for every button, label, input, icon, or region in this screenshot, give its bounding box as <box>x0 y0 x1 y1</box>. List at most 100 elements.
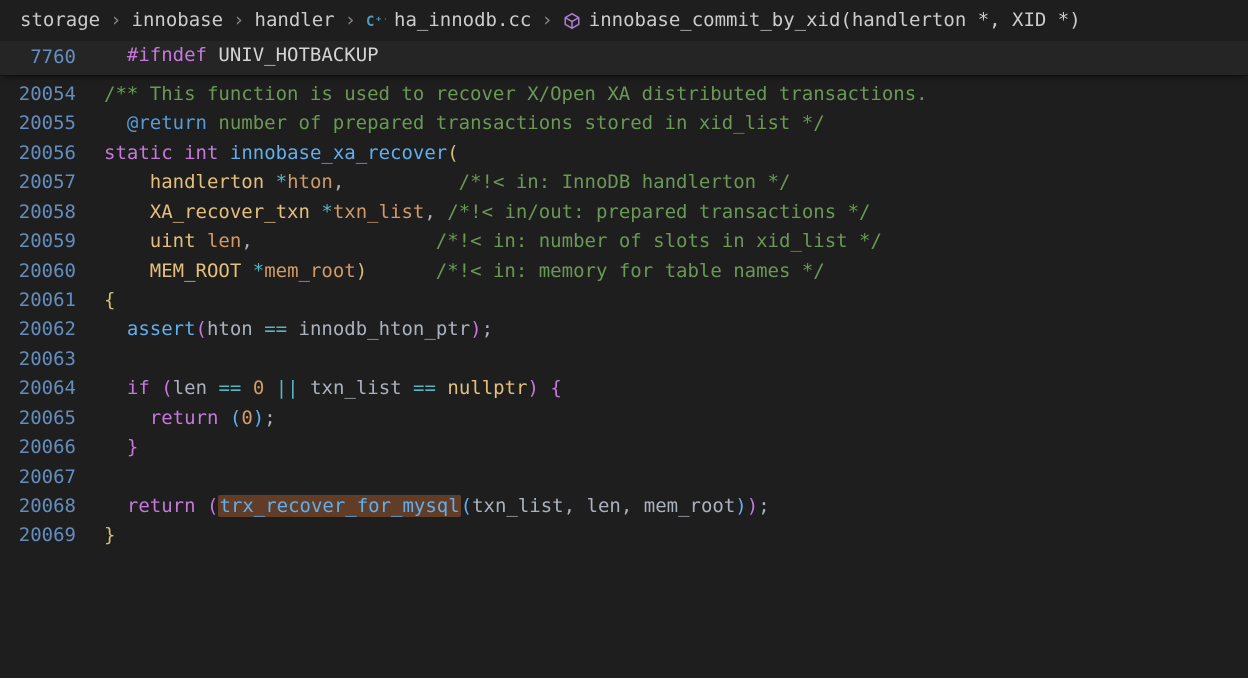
line-number: 20066 <box>0 433 104 462</box>
breadcrumb-seg-symbol[interactable]: innobase_commit_by_xid(handlerton *, XID… <box>589 6 1081 35</box>
code-line[interactable]: 20056 static int innobase_xa_recover( <box>0 139 1248 168</box>
keyword-nullptr: nullptr <box>447 377 527 399</box>
chevron-right-icon: › <box>233 6 244 35</box>
comma: , <box>241 230 252 252</box>
breadcrumb-seg-innobase[interactable]: innobase <box>132 6 224 35</box>
code-line[interactable]: 20067 <box>0 463 1248 492</box>
code-line[interactable]: 20068 return (trx_recover_for_mysql(txn_… <box>0 492 1248 521</box>
line-number: 20063 <box>0 345 104 374</box>
doc-tag: @return <box>115 112 207 134</box>
breadcrumb-seg-storage[interactable]: storage <box>20 6 100 35</box>
code-text: /** This function is used to recover X/O… <box>104 80 1248 109</box>
code-text <box>104 345 1248 374</box>
keyword-static: static <box>104 142 173 164</box>
line-number: 20055 <box>0 109 104 138</box>
padding <box>367 260 436 282</box>
param-comment: /*!< in: InnoDB handlerton */ <box>459 171 791 193</box>
paren-open: ( <box>207 495 218 517</box>
code-text: } <box>104 521 1248 550</box>
paren-close: ) <box>735 495 746 517</box>
breadcrumb-seg-handler[interactable]: handler <box>255 6 335 35</box>
code-text: uint len, /*!< in: number of slots in xi… <box>104 227 1248 256</box>
code-line[interactable]: 20069 } <box>0 521 1248 550</box>
sticky-scroll-line[interactable]: 7760 #ifndef UNIV_HOTBACKUP <box>0 41 1248 75</box>
breadcrumb[interactable]: storage › innobase › handler › C⁺⁺ ha_in… <box>0 0 1248 41</box>
keyword-return: return <box>127 495 196 517</box>
code-line[interactable]: 20061 { <box>0 286 1248 315</box>
comma: , <box>333 171 344 193</box>
semicolon: ; <box>758 495 769 517</box>
operator: * <box>321 201 332 223</box>
line-number: 20069 <box>0 521 104 550</box>
code-text: } <box>104 433 1248 462</box>
paren-open: ( <box>196 318 207 340</box>
code-line[interactable]: 20065 return (0); <box>0 404 1248 433</box>
paren-close: ) <box>470 318 481 340</box>
paren-open: ( <box>161 377 172 399</box>
paren-close: ) <box>356 260 367 282</box>
paren-close: ) <box>253 407 264 429</box>
padding <box>436 201 447 223</box>
preprocessor-directive: #ifndef <box>127 44 207 66</box>
line-number: 20064 <box>0 374 104 403</box>
type-name: MEM_ROOT <box>150 260 242 282</box>
line-number: 20067 <box>0 463 104 492</box>
argument: len <box>587 495 621 517</box>
editor-content[interactable]: 20054 /** This function is used to recov… <box>0 76 1248 551</box>
code-text <box>104 463 1248 492</box>
line-number: 20061 <box>0 286 104 315</box>
comma: , <box>564 495 575 517</box>
padding <box>253 230 436 252</box>
code-line[interactable]: 20066 } <box>0 433 1248 462</box>
line-number: 20058 <box>0 198 104 227</box>
code-text: if (len == 0 || txn_list == nullptr) { <box>104 374 1248 403</box>
comma: , <box>424 201 435 223</box>
code-line[interactable]: 20064 if (len == 0 || txn_list == nullpt… <box>0 374 1248 403</box>
line-number: 7760 <box>0 41 104 74</box>
code-line[interactable]: 20060 MEM_ROOT *mem_root) /*!< in: memor… <box>0 257 1248 286</box>
brace-open: { <box>104 289 115 311</box>
brace-close: } <box>104 524 115 546</box>
code-line[interactable]: 20055 @return number of prepared transac… <box>0 109 1248 138</box>
code-text: return (trx_recover_for_mysql(txn_list, … <box>104 492 1248 521</box>
identifier: innodb_hton_ptr <box>299 318 471 340</box>
semicolon: ; <box>264 407 275 429</box>
chevron-right-icon: › <box>110 6 121 35</box>
code-line[interactable]: 20063 <box>0 345 1248 374</box>
code-line[interactable]: 20058 XA_recover_txn *txn_list, /*!< in/… <box>0 198 1248 227</box>
identifier: txn_list <box>310 377 402 399</box>
line-number: 20054 <box>0 80 104 109</box>
type-name: uint <box>150 230 196 252</box>
padding <box>344 171 458 193</box>
operator: * <box>253 260 264 282</box>
param-name: txn_list <box>333 201 425 223</box>
type-name: XA_recover_txn <box>150 201 310 223</box>
code-text: @return number of prepared transactions … <box>104 109 1248 138</box>
operator: == <box>413 377 436 399</box>
line-number: 20056 <box>0 139 104 168</box>
code-line[interactable]: 20062 assert(hton == innodb_hton_ptr); <box>0 315 1248 344</box>
paren-open: ( <box>230 407 241 429</box>
cpp-file-icon: C⁺⁺ <box>366 11 386 31</box>
code-line[interactable]: 20057 handlerton *hton, /*!< in: InnoDB … <box>0 168 1248 197</box>
code-text: return (0); <box>104 404 1248 433</box>
operator: * <box>276 171 287 193</box>
code-text: MEM_ROOT *mem_root) /*!< in: memory for … <box>104 257 1248 286</box>
code-text: XA_recover_txn *txn_list, /*!< in/out: p… <box>104 198 1248 227</box>
breadcrumb-seg-file[interactable]: ha_innodb.cc <box>394 6 531 35</box>
code-text: static int innobase_xa_recover( <box>104 139 1248 168</box>
code-text: { <box>104 286 1248 315</box>
doc-comment: /** This function is used to recover X/O… <box>104 83 928 105</box>
identifier: len <box>173 377 207 399</box>
code-line[interactable]: 20054 /** This function is used to recov… <box>0 80 1248 109</box>
number-literal: 0 <box>253 377 264 399</box>
operator: || <box>276 377 299 399</box>
param-name: mem_root <box>264 260 356 282</box>
param-name: len <box>207 230 241 252</box>
code-line[interactable]: 20059 uint len, /*!< in: number of slots… <box>0 227 1248 256</box>
keyword-return: return <box>150 407 219 429</box>
chevron-right-icon: › <box>345 6 356 35</box>
function-call: assert <box>127 318 196 340</box>
type-name: handlerton <box>150 171 264 193</box>
param-name: hton <box>287 171 333 193</box>
